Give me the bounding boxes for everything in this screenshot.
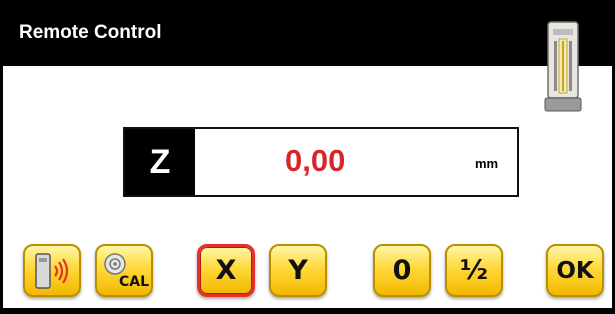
remote-control-window: Remote Control Z 0,00 mm CAL X Y 0 ½ OK <box>3 3 612 308</box>
calibrate-label: CAL <box>119 274 150 290</box>
y-axis-label: Y <box>288 255 308 286</box>
ok-label: OK <box>556 257 594 284</box>
axis-label: Z <box>125 129 195 195</box>
y-axis-button[interactable]: Y <box>269 244 327 297</box>
x-axis-label: X <box>215 255 237 286</box>
button-toolbar: CAL X Y 0 ½ OK <box>3 238 612 308</box>
wireless-transmitter-icon <box>35 252 69 289</box>
ok-button[interactable]: OK <box>546 244 604 297</box>
half-label: ½ <box>460 255 488 286</box>
wireless-button[interactable] <box>23 244 81 297</box>
target-icon <box>104 253 126 275</box>
zero-label: 0 <box>392 255 412 286</box>
readout-value: 0,00 <box>285 143 346 178</box>
x-axis-button[interactable]: X <box>197 244 255 297</box>
calibrate-button[interactable]: CAL <box>95 244 153 297</box>
zero-button[interactable]: 0 <box>373 244 431 297</box>
unit-label: mm <box>475 156 499 171</box>
height-gauge-icon <box>544 21 582 112</box>
title-bar: Remote Control <box>3 3 612 66</box>
readout-display: Z 0,00 mm <box>123 127 519 197</box>
window-title: Remote Control <box>19 22 162 43</box>
half-button[interactable]: ½ <box>445 244 503 297</box>
